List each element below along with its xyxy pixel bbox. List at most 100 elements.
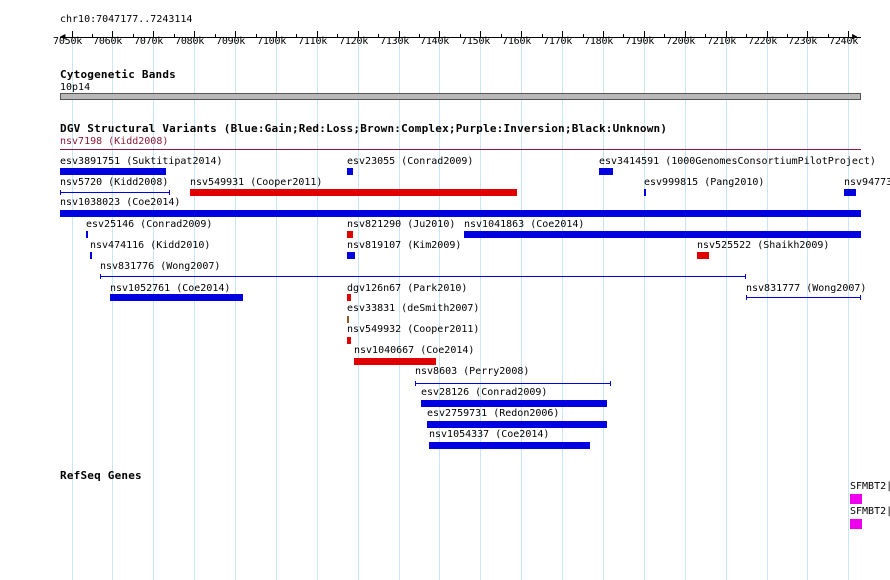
sv-label-nsv549931[interactable]: nsv549931 (Cooper2011) <box>190 177 322 188</box>
sv-feature-nsv1040667[interactable] <box>354 358 436 365</box>
ruler-tick-label: 7050k <box>53 36 83 47</box>
sv-feature-nsv1041863[interactable] <box>464 231 861 238</box>
sv-feature-esv28126[interactable] <box>421 400 607 407</box>
refseq-track-title[interactable]: RefSeq Genes <box>60 469 142 482</box>
sv-feature-nsv831776[interactable] <box>100 276 746 277</box>
genome-browser-view: chr10:7047177..7243114 ◀ ▶ 7050k 7060k 707… <box>0 0 890 580</box>
sv-label-nsv821290[interactable]: nsv821290 (Ju2010) <box>347 219 455 230</box>
sv-label-esv3414591[interactable]: esv3414591 (1000GenomesConsortiumPilotPr… <box>599 156 876 167</box>
ruler-tick-label: 7200k <box>666 36 696 47</box>
ruler-tick-label: 7180k <box>584 36 614 47</box>
sv-label-esv3891751[interactable]: esv3891751 (Suktitipat2014) <box>60 156 223 167</box>
sv-label-nsv947733[interactable]: nsv947733 <box>844 177 890 188</box>
grid-line <box>480 32 481 580</box>
sv-label-nsv831777[interactable]: nsv831777 (Wong2007) <box>746 283 866 294</box>
ruler-tick-label: 7140k <box>420 36 450 47</box>
ruler-tick-label: 7090k <box>216 36 246 47</box>
sv-feature-nsv947733[interactable] <box>844 189 856 196</box>
sv-label-nsv1040667[interactable]: nsv1040667 (Coe2014) <box>354 345 474 356</box>
ruler-tick-label: 7210k <box>707 36 737 47</box>
cytoband-bar[interactable] <box>60 93 861 100</box>
sv-feature-esv3891751[interactable] <box>60 168 166 175</box>
sv-start-cap <box>415 381 416 386</box>
cytoband-label: 10p14 <box>60 82 91 93</box>
sv-label-nsv831776[interactable]: nsv831776 (Wong2007) <box>100 261 220 272</box>
sv-feature-esv25146[interactable] <box>86 231 88 238</box>
sv-label-nsv525522[interactable]: nsv525522 (Shaikh2009) <box>697 240 829 251</box>
grid-line <box>276 32 277 580</box>
sv-label-esv25146[interactable]: esv25146 (Conrad2009) <box>86 219 212 230</box>
sv-end-cap <box>169 190 170 195</box>
grid-line <box>317 32 318 580</box>
region-coordinates: chr10:7047177..7243114 <box>60 14 193 25</box>
ruler-tick-label: 7170k <box>543 36 573 47</box>
dgv-track-divider <box>60 149 861 150</box>
sv-feature-nsv474116[interactable] <box>90 252 92 259</box>
sv-label-nsv1041863[interactable]: nsv1041863 (Coe2014) <box>464 219 584 230</box>
ruler-tick-label: 7240k <box>829 36 859 47</box>
grid-line <box>562 32 563 580</box>
sv-feature-nsv821290[interactable] <box>347 231 353 238</box>
sv-label-nsv1054337[interactable]: nsv1054337 (Coe2014) <box>429 429 549 440</box>
sv-label-nsv1038023[interactable]: nsv1038023 (Coe2014) <box>60 197 180 208</box>
ruler-minor-tick <box>378 34 379 38</box>
sv-feature-nsv819107[interactable] <box>347 252 355 259</box>
grid-line <box>112 32 113 580</box>
sv-feature-nsv1054337[interactable] <box>429 442 590 449</box>
ruler-tick-label: 7160k <box>502 36 532 47</box>
ruler-tick-label: 7150k <box>461 36 491 47</box>
sv-start-cap <box>746 295 747 300</box>
sv-label-esv999815[interactable]: esv999815 (Pang2010) <box>644 177 764 188</box>
sv-label-nsv7198[interactable]: nsv7198 (Kidd2008) <box>60 136 168 147</box>
sv-feature-nsv549932[interactable] <box>347 337 351 344</box>
ruler-minor-tick <box>746 34 747 38</box>
sv-feature-esv999815[interactable] <box>644 189 646 196</box>
sv-label-esv2759731[interactable]: esv2759731 (Redon2006) <box>427 408 559 419</box>
ruler-tick-label: 7110k <box>298 36 328 47</box>
sv-feature-nsv8603[interactable] <box>415 383 611 384</box>
sv-label-nsv8603[interactable]: nsv8603 (Perry2008) <box>415 366 529 377</box>
sv-label-nsv1052761[interactable]: nsv1052761 (Coe2014) <box>110 283 230 294</box>
ruler-minor-tick <box>664 34 665 38</box>
refseq-gene-label[interactable]: SFMBT2| <box>850 506 890 517</box>
ruler-tick-label: 7130k <box>380 36 410 47</box>
ruler-minor-tick <box>296 34 297 38</box>
sv-label-esv33831[interactable]: esv33831 (deSmith2007) <box>347 303 479 314</box>
sv-end-cap <box>860 295 861 300</box>
dgv-track-title[interactable]: DGV Structural Variants (Blue:Gain;Red:L… <box>60 122 667 135</box>
sv-feature-esv2759731[interactable] <box>427 421 607 428</box>
ruler-minor-tick <box>337 34 338 38</box>
sv-label-dgv126n67[interactable]: dgv126n67 (Park2010) <box>347 283 467 294</box>
sv-label-nsv549932[interactable]: nsv549932 (Cooper2011) <box>347 324 479 335</box>
sv-feature-esv33831[interactable] <box>347 316 349 323</box>
refseq-gene-feature[interactable] <box>850 494 862 504</box>
sv-label-nsv819107[interactable]: nsv819107 (Kim2009) <box>347 240 461 251</box>
sv-feature-nsv831777[interactable] <box>746 297 861 298</box>
sv-label-nsv474116[interactable]: nsv474116 (Kidd2010) <box>90 240 210 251</box>
grid-line <box>194 32 195 580</box>
ruler-tick-label: 7060k <box>93 36 123 47</box>
sv-feature-nsv549931[interactable] <box>190 189 517 196</box>
grid-line <box>72 32 73 580</box>
sv-end-cap <box>745 274 746 279</box>
sv-feature-dgv126n67[interactable] <box>347 294 351 301</box>
sv-feature-nsv1052761[interactable] <box>110 294 243 301</box>
refseq-gene-label[interactable]: SFMBT2| <box>850 481 890 492</box>
sv-feature-nsv1038023[interactable] <box>60 210 861 217</box>
ruler-minor-tick <box>705 34 706 38</box>
sv-feature-nsv5720[interactable] <box>60 192 170 193</box>
sv-label-esv28126[interactable]: esv28126 (Conrad2009) <box>421 387 547 398</box>
sv-feature-esv23055[interactable] <box>347 168 353 175</box>
refseq-gene-feature[interactable] <box>850 519 862 529</box>
ruler-tick-label: 7230k <box>788 36 818 47</box>
grid-line <box>807 32 808 580</box>
sv-feature-nsv525522[interactable] <box>697 252 709 259</box>
sv-feature-esv3414591[interactable] <box>599 168 613 175</box>
cytoband-track-title[interactable]: Cytogenetic Bands <box>60 68 176 81</box>
grid-line <box>848 32 849 580</box>
sv-label-nsv5720[interactable]: nsv5720 (Kidd2008) <box>60 177 168 188</box>
grid-line <box>685 32 686 580</box>
sv-label-esv23055[interactable]: esv23055 (Conrad2009) <box>347 156 473 167</box>
ruler-tick-label: 7070k <box>134 36 164 47</box>
ruler-tick-label: 7080k <box>175 36 205 47</box>
